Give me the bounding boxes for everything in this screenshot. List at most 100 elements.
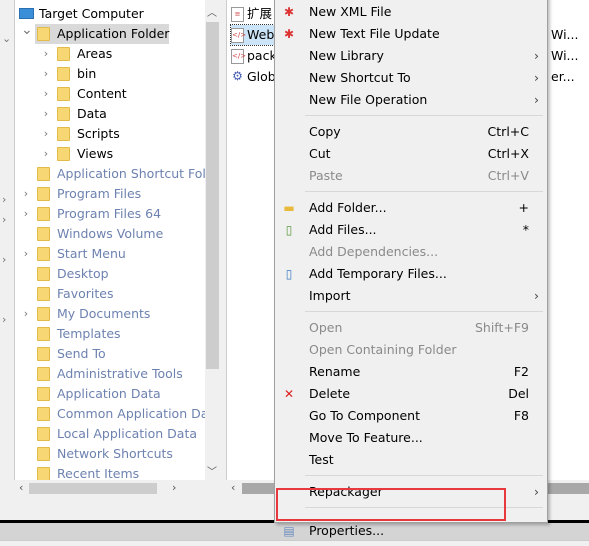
menu-item-new-file-operation[interactable]: New File Operation › xyxy=(275,89,547,111)
file-item[interactable]: </>Web xyxy=(229,24,276,46)
gutter-chevron-icon[interactable]: › xyxy=(2,193,6,206)
chevron-right-icon[interactable]: › xyxy=(41,104,51,124)
submenu-arrow-icon: › xyxy=(534,70,539,85)
tree-item-label: Send To xyxy=(57,346,106,361)
menu-item-properties[interactable]: ▤ Properties... xyxy=(275,520,547,542)
file-item[interactable]: </>pack xyxy=(231,46,277,66)
chevron-right-icon[interactable]: › xyxy=(41,84,51,104)
tree-item-label: Favorites xyxy=(57,286,114,301)
menu-item-label: New File Operation xyxy=(309,92,428,107)
menu-item-shortcut: * xyxy=(522,222,529,237)
folder-tree[interactable]: Target Computer ⌄ Application Folder › Areas… xyxy=(14,0,205,480)
menu-item-shortcut: Ctrl+V xyxy=(487,168,529,183)
menu-item-label: Copy xyxy=(309,124,341,139)
folder-icon xyxy=(57,47,70,61)
tree-hscroll-thumb[interactable] xyxy=(29,483,157,494)
chevron-down-icon[interactable]: ⌄ xyxy=(21,20,33,40)
menu-item-test[interactable]: Test xyxy=(275,449,547,471)
menu-item-label: Delete xyxy=(309,386,351,401)
chevron-right-icon[interactable]: › xyxy=(21,304,31,324)
gutter-chevron-icon[interactable]: › xyxy=(2,253,6,266)
menu-item-label: Move To Feature... xyxy=(309,430,423,445)
chevron-right-icon[interactable]: › xyxy=(41,124,51,144)
menu-item-add-files[interactable]: ▯ Add Files... * xyxy=(275,219,547,241)
chevron-right-icon[interactable]: › xyxy=(41,44,51,64)
menu-item-rename[interactable]: Rename F2 xyxy=(275,361,547,383)
menu-item-new-library[interactable]: New Library › xyxy=(275,45,547,67)
add-temp-files-icon: ▯ xyxy=(285,267,293,281)
folder-icon xyxy=(37,367,50,381)
gutter-chevron-icon[interactable]: › xyxy=(2,213,6,226)
menu-item-copy[interactable]: Copy Ctrl+C xyxy=(275,121,547,143)
properties-icon: ▤ xyxy=(283,524,295,538)
menu-item-add-dependencies[interactable]: Add Dependencies... xyxy=(275,241,547,263)
menu-item-label: Paste xyxy=(309,168,343,183)
menu-item-new-xml-file[interactable]: ✱ New XML File xyxy=(275,1,547,23)
menu-item-label: Add Dependencies... xyxy=(309,244,439,259)
menu-item-add-temporary-files[interactable]: ▯ Add Temporary Files... xyxy=(275,263,547,285)
chevron-right-icon[interactable]: › xyxy=(41,64,51,84)
menu-item-label: Test xyxy=(309,452,334,467)
chevron-right-icon[interactable]: › xyxy=(21,204,31,224)
tree-item-label: bin xyxy=(77,66,97,81)
menu-item-open-containing-folder[interactable]: Open Containing Folder xyxy=(275,339,547,361)
menu-item-cut[interactable]: Cut Ctrl+X xyxy=(275,143,547,165)
menu-item-label: Cut xyxy=(309,146,331,161)
scroll-down-icon[interactable]: ﹀ xyxy=(207,463,217,478)
xml-file-icon: </> xyxy=(231,49,246,64)
chevron-right-icon[interactable]: › xyxy=(41,144,51,164)
tree-item[interactable]: ⌄ Application Folder xyxy=(21,22,169,44)
menu-separator xyxy=(305,311,543,312)
scroll-right-icon[interactable]: › xyxy=(172,481,176,494)
menu-separator xyxy=(305,475,543,476)
add-folder-icon: ▬ xyxy=(283,201,295,215)
tree-item-label: Local Application Data xyxy=(57,426,198,441)
tree-item-label: Application Shortcut Fold xyxy=(57,166,205,181)
highlight-box xyxy=(276,488,506,521)
file-item[interactable]: ≡ 扩展 xyxy=(231,4,272,24)
menu-item-label: Go To Component xyxy=(309,408,421,423)
menu-item-new-text-file-update[interactable]: ✱ New Text File Update xyxy=(275,23,547,45)
menu-item-paste[interactable]: Paste Ctrl+V xyxy=(275,165,547,187)
menu-separator xyxy=(305,115,543,116)
tree-item-label: Application Data xyxy=(57,386,161,401)
assembly-icon: ⚙ xyxy=(231,69,244,85)
tree-item-label: Program Files xyxy=(57,186,142,201)
file-column-value: Wi... xyxy=(551,48,579,63)
folder-icon xyxy=(37,187,50,201)
menu-item-add-folder[interactable]: ▬ Add Folder... + xyxy=(275,197,547,219)
tree-scroll-thumb[interactable] xyxy=(206,22,219,369)
folder-icon xyxy=(37,27,50,41)
gutter-chevron-icon[interactable]: ⌄ xyxy=(2,32,11,45)
new-xml-file-icon: ✱ xyxy=(283,5,295,19)
menu-item-new-shortcut-to[interactable]: New Shortcut To › xyxy=(275,67,547,89)
tree-item-label: Network Shortcuts xyxy=(57,446,173,461)
folder-icon xyxy=(57,127,70,141)
folder-icon xyxy=(37,347,50,361)
submenu-arrow-icon: › xyxy=(534,288,539,303)
file-name: 扩展 xyxy=(247,6,273,21)
tree-item-label: Templates xyxy=(57,326,121,341)
tree-item-label: Program Files 64 xyxy=(57,206,162,221)
menu-item-open[interactable]: Open Shift+F9 xyxy=(275,317,547,339)
folder-icon xyxy=(37,387,50,401)
chevron-right-icon[interactable]: › xyxy=(21,244,31,264)
menu-item-import[interactable]: Import › xyxy=(275,285,547,307)
file-name: pack xyxy=(247,48,277,63)
menu-item-shortcut: Del xyxy=(508,386,529,401)
text-file-icon: ≡ xyxy=(231,7,244,22)
menu-item-delete[interactable]: ✕ Delete Del xyxy=(275,383,547,405)
file-scroll-left-icon[interactable]: ‹ xyxy=(231,481,235,494)
menu-item-move-to-feature[interactable]: Move To Feature... xyxy=(275,427,547,449)
folder-icon xyxy=(57,87,70,101)
gutter-chevron-icon[interactable]: › xyxy=(2,313,6,326)
menu-item-go-to-component[interactable]: Go To Component F8 xyxy=(275,405,547,427)
menu-item-label: Add Files... xyxy=(309,222,377,237)
add-files-icon: ▯ xyxy=(285,223,293,237)
tree-item-label: Windows Volume xyxy=(57,226,164,241)
scroll-left-icon[interactable]: ‹ xyxy=(19,481,23,494)
folder-icon xyxy=(37,267,50,281)
file-item[interactable]: ⚙ Glob xyxy=(231,67,276,87)
scroll-up-icon[interactable]: ︿ xyxy=(207,4,217,19)
chevron-right-icon[interactable]: › xyxy=(21,184,31,204)
